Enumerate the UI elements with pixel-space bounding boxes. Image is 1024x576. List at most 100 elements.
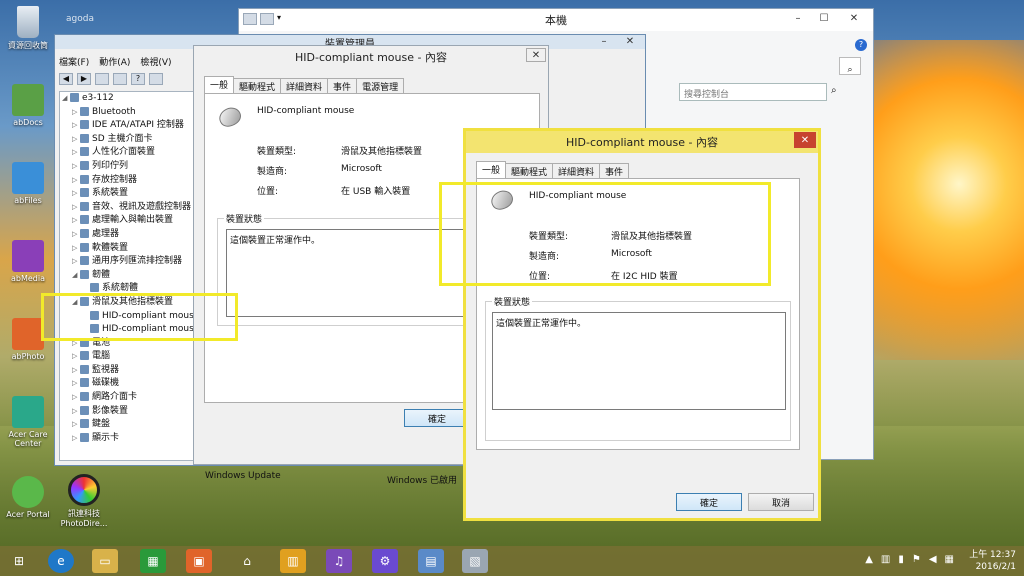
search-icon[interactable]: ⌕	[831, 85, 837, 96]
device-tree[interactable]: ◢ e3-112 ▷ Bluetooth ▷ IDE ATA/ATAPI 控制器 ▷ SD 主…	[59, 91, 201, 461]
tree-node[interactable]: ▷ 系統裝置	[60, 187, 200, 201]
collapsed-arrow-icon[interactable]: ▷	[72, 174, 80, 188]
media-app-icon[interactable]: ♫	[326, 549, 352, 573]
tab-details[interactable]: 詳細資料	[552, 163, 601, 178]
dialog1-titlebar[interactable]: HID-compliant mouse - 內容	[194, 46, 548, 68]
tree-node[interactable]: ▷ 音效、視訊及遊戲控制器	[60, 201, 200, 215]
forward-icon[interactable]: ▶	[77, 73, 91, 85]
tree-node[interactable]: ▷ 監視器	[60, 364, 200, 378]
collapsed-arrow-icon[interactable]: ▷	[72, 133, 80, 147]
tree-node[interactable]: ▷ SD 主機介面卡	[60, 133, 200, 147]
minimize-button[interactable]: –	[591, 35, 617, 47]
collapsed-arrow-icon[interactable]: ▷	[72, 364, 80, 378]
expanded-arrow-icon[interactable]: ◢	[62, 92, 70, 106]
desktop-icon-acer-portal[interactable]: Acer Portal	[4, 476, 52, 519]
properties-icon[interactable]	[113, 73, 127, 85]
close-button[interactable]: ✕	[837, 9, 871, 27]
search-input[interactable]: 搜尋控制台	[679, 83, 827, 101]
internet-explorer-icon[interactable]: e	[48, 549, 74, 573]
scan-icon[interactable]	[149, 73, 163, 85]
desktop-icon-photodirector[interactable]: 訊連科技 PhotoDire...	[60, 474, 108, 528]
help-icon[interactable]: ?	[855, 39, 867, 51]
desktop-icon-abdocs[interactable]: abDocs	[4, 84, 52, 127]
ok-button[interactable]: 確定	[404, 409, 470, 427]
keyboard-icon[interactable]: ▦	[945, 554, 954, 565]
file-explorer-icon[interactable]: ▭	[92, 549, 118, 573]
expanded-arrow-icon[interactable]: ◢	[72, 296, 80, 310]
desktop-icon-abphoto[interactable]: abPhoto	[4, 318, 52, 361]
collapsed-arrow-icon[interactable]: ▷	[72, 391, 80, 405]
menu-action[interactable]: 動作(A)	[99, 55, 130, 68]
desktop-icon-abmedia[interactable]: abMedia	[4, 240, 52, 283]
tab-driver[interactable]: 驅動程式	[233, 78, 282, 93]
tree-node[interactable]: ▷ 處理器	[60, 228, 200, 242]
photo-app-icon[interactable]: ▣	[186, 549, 212, 573]
expanded-arrow-icon[interactable]: ◢	[72, 269, 80, 283]
collapsed-arrow-icon[interactable]: ▷	[72, 201, 80, 215]
tab-events[interactable]: 事件	[599, 163, 630, 178]
tree-node[interactable]: ▷ 電池	[60, 337, 200, 351]
volume-icon[interactable]: ◀	[929, 554, 937, 565]
collapsed-arrow-icon[interactable]: ▷	[72, 187, 80, 201]
clock[interactable]: 上午 12:37 2016/2/1	[969, 549, 1016, 573]
tab-power-management[interactable]: 電源管理	[356, 78, 405, 93]
maximize-button[interactable]: ☐	[811, 9, 837, 27]
view-icon[interactable]	[95, 73, 109, 85]
close-button[interactable]: ✕	[794, 132, 816, 148]
explorer-titlebar[interactable]: 本機	[239, 9, 873, 31]
collapsed-arrow-icon[interactable]: ▷	[72, 242, 80, 256]
collapsed-arrow-icon[interactable]: ▷	[72, 214, 80, 228]
close-button[interactable]: ✕	[526, 48, 546, 62]
tree-node[interactable]: HID-compliant mouse	[60, 310, 200, 324]
tab-events[interactable]: 事件	[327, 78, 358, 93]
collapsed-arrow-icon[interactable]: ▷	[72, 350, 80, 364]
back-icon[interactable]: ◀	[59, 73, 73, 85]
home-icon[interactable]: ⌂	[234, 549, 260, 573]
collapsed-arrow-icon[interactable]: ▷	[72, 255, 80, 269]
ok-button[interactable]: 確定	[676, 493, 742, 511]
collapsed-arrow-icon[interactable]: ▷	[72, 432, 80, 446]
menu-file[interactable]: 檔案(F)	[59, 55, 89, 68]
start-button-windows-icon[interactable]: ⊞	[6, 549, 32, 573]
tab-general[interactable]: 一般	[204, 76, 235, 93]
windows-update-label[interactable]: Windows Update	[205, 471, 281, 481]
menu-view[interactable]: 檢視(V)	[140, 55, 171, 68]
tree-node[interactable]: ◢ 韌體	[60, 269, 200, 283]
collapsed-arrow-icon[interactable]: ▷	[72, 377, 80, 391]
tree-node[interactable]: ▷ 通用序列匯流排控制器	[60, 255, 200, 269]
desktop-icon-acer-care-center[interactable]: Acer Care Center	[4, 396, 52, 448]
settings-gear-icon[interactable]: ⚙	[372, 549, 398, 573]
device-status-textbox[interactable]: 這個裝置正常運作中。	[492, 312, 786, 410]
tab-details[interactable]: 詳細資料	[280, 78, 329, 93]
minimize-button[interactable]: –	[785, 9, 811, 27]
help-icon[interactable]: ?	[131, 73, 145, 85]
properties-icon[interactable]	[243, 13, 257, 25]
tree-node[interactable]: ▷ 人性化介面裝置	[60, 146, 200, 160]
tree-node[interactable]: ▷ 網路介面卡	[60, 391, 200, 405]
notes-app-icon[interactable]: ▥	[280, 549, 306, 573]
tree-node[interactable]: ▷ 電腦	[60, 350, 200, 364]
tab-driver[interactable]: 驅動程式	[505, 163, 554, 178]
tree-node[interactable]: ▷ 軟體裝置	[60, 242, 200, 256]
chevron-up-icon[interactable]: ▲	[865, 554, 873, 565]
network-icon[interactable]: ▥	[881, 554, 890, 565]
collapsed-arrow-icon[interactable]: ▷	[72, 418, 80, 432]
tree-node[interactable]: ▷ 顯示卡	[60, 432, 200, 446]
power-icon[interactable]: ▮	[898, 554, 904, 565]
collapsed-arrow-icon[interactable]: ▷	[72, 119, 80, 133]
tree-node[interactable]: ▷ 影像裝置	[60, 405, 200, 419]
tree-node[interactable]: ▷ 列印佇列	[60, 160, 200, 174]
close-button[interactable]: ✕	[617, 35, 643, 47]
tree-node[interactable]: ◢ 滑鼠及其他指標裝置	[60, 296, 200, 310]
desktop-icon-abfiles[interactable]: abFiles	[4, 162, 52, 205]
tab-general[interactable]: 一般	[476, 161, 507, 178]
flag-icon[interactable]: ⚑	[912, 554, 921, 565]
dialog2-titlebar[interactable]: HID-compliant mouse - 內容	[466, 131, 818, 153]
device-manager-taskbar-icon[interactable]: ▧	[462, 549, 488, 573]
desktop-icon-recycle-bin[interactable]: 資源回收筒	[4, 6, 52, 51]
collapsed-arrow-icon[interactable]: ▷	[72, 228, 80, 242]
tree-node[interactable]: ▷ 處理輸入與輸出裝置	[60, 214, 200, 228]
tree-node[interactable]: 系統韌體	[60, 282, 200, 296]
folder-icon[interactable]	[260, 13, 274, 25]
tree-node[interactable]: HID-compliant mouse	[60, 323, 200, 337]
